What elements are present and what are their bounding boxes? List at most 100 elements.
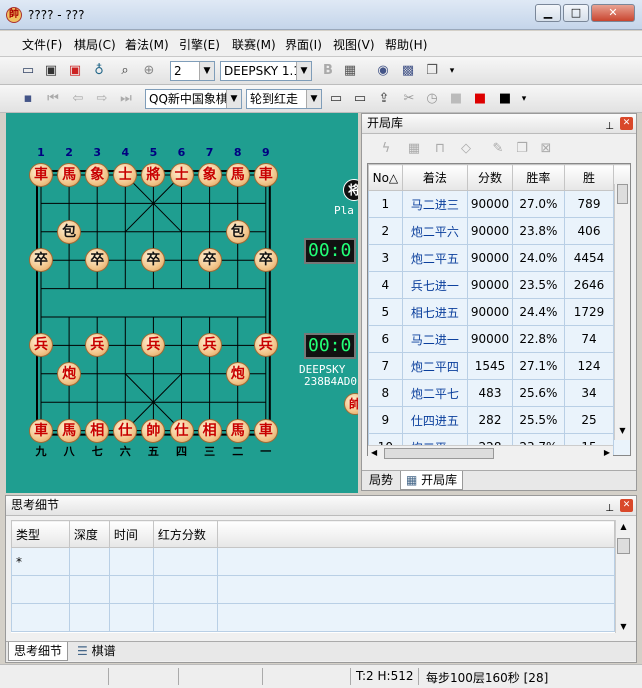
- back-arrow-icon[interactable]: ⇦: [70, 91, 86, 107]
- tab-opening-book[interactable]: ▦ 开局库: [400, 471, 464, 490]
- table-row[interactable]: [11, 575, 615, 604]
- monitor-icon[interactable]: ▣: [43, 63, 59, 79]
- chess-piece[interactable]: 車: [253, 163, 278, 187]
- lightbulb-icon[interactable]: ♁: [91, 63, 107, 79]
- chess-piece[interactable]: 包: [57, 219, 82, 244]
- table-icon[interactable]: ▦: [342, 63, 358, 79]
- chess-piece[interactable]: 炮: [225, 361, 250, 386]
- detail-column-header[interactable]: [216, 520, 615, 548]
- chess-piece[interactable]: 馬: [57, 418, 82, 443]
- chess-piece[interactable]: 卒: [29, 248, 53, 273]
- chess-piece[interactable]: 象: [85, 163, 110, 187]
- new-window-icon[interactable]: ▭: [20, 63, 36, 79]
- detail-scroll-thumb[interactable]: [617, 538, 630, 554]
- menu-league[interactable]: 联赛(M): [232, 36, 276, 53]
- chess-piece[interactable]: 車: [253, 418, 278, 443]
- chess-piece[interactable]: 馬: [57, 163, 82, 187]
- table-row[interactable]: 4兵七进一9000023.5%26466: [368, 271, 630, 299]
- target-icon[interactable]: ⊕: [141, 63, 157, 79]
- menu-interface[interactable]: 界面(I): [285, 36, 322, 53]
- book-column-header[interactable]: No△: [368, 164, 403, 191]
- merge-icon[interactable]: ❐: [514, 141, 530, 157]
- chess-piece[interactable]: 馬: [225, 418, 250, 443]
- detail-vscroll[interactable]: ▲ ▼: [615, 520, 631, 633]
- table-row[interactable]: 8 炮二平七 483 25.6% 34: [368, 379, 630, 407]
- image-icon[interactable]: ▩: [400, 63, 416, 79]
- search-icon[interactable]: ⌕: [117, 63, 133, 79]
- skip-forward-icon[interactable]: ⏭: [118, 91, 134, 107]
- chess-piece[interactable]: 卒: [253, 248, 278, 273]
- detail-pin-icon[interactable]: ⊥: [605, 499, 614, 518]
- chess-board[interactable]: 123456789 九八七六五四三二一 車馬象士將士象馬車包包卒卒卒卒卒兵兵兵兵…: [6, 113, 358, 493]
- chess-piece[interactable]: 卒: [197, 248, 222, 273]
- table-row[interactable]: 2炮二平六9000023.8%4069: [368, 217, 630, 245]
- chess-piece[interactable]: 炮: [57, 361, 82, 386]
- table-row[interactable]: [11, 603, 615, 632]
- chess-piece[interactable]: 車: [29, 418, 53, 443]
- engine-select[interactable]: DEEPSKY 1.16 ▼: [220, 61, 312, 81]
- menu-help[interactable]: 帮助(H): [385, 36, 427, 53]
- tab-game-record[interactable]: ☰ 棋谱: [72, 642, 121, 661]
- eye-icon[interactable]: ◉: [375, 63, 391, 79]
- chess-piece[interactable]: 仕: [169, 418, 194, 443]
- detail-column-header[interactable]: 红方分数: [152, 520, 218, 548]
- close-button[interactable]: ✕: [591, 4, 635, 22]
- grid-icon[interactable]: ▦: [406, 141, 422, 157]
- chess-piece[interactable]: 仕: [113, 418, 138, 443]
- scroll-down-icon[interactable]: ▼: [616, 426, 629, 440]
- minimize-button[interactable]: ▁: [535, 4, 561, 22]
- menu-game[interactable]: 棋局(C): [74, 36, 116, 53]
- screen-icon[interactable]: ▭: [328, 91, 344, 107]
- tab-thinking-detail[interactable]: 思考细节: [8, 642, 69, 661]
- menu-file[interactable]: 文件(F): [22, 36, 62, 53]
- clock-icon[interactable]: ◷: [424, 91, 440, 107]
- table-row[interactable]: *: [11, 547, 615, 576]
- export-icon[interactable]: ⊠: [538, 141, 554, 157]
- chess-piece[interactable]: 相: [197, 418, 222, 443]
- chess-piece[interactable]: 包: [225, 219, 250, 244]
- gray-square-icon[interactable]: ■: [448, 91, 464, 107]
- scroll-left-icon[interactable]: ◀: [371, 448, 377, 457]
- pin-icon[interactable]: ⊥: [605, 117, 614, 136]
- detail-scroll-down-icon[interactable]: ▼: [617, 622, 630, 631]
- book-column-header[interactable]: 胜率: [512, 164, 565, 191]
- book-column-header[interactable]: 胜: [563, 164, 615, 191]
- copy-icon[interactable]: ❐: [424, 63, 440, 79]
- hscroll-thumb[interactable]: [384, 448, 494, 459]
- tag-icon[interactable]: ◇: [458, 141, 474, 157]
- scissors-icon[interactable]: ✂: [401, 91, 417, 107]
- chess-piece[interactable]: 帥: [141, 418, 166, 443]
- table-row[interactable]: 7炮二平四154527.1%1242: [368, 352, 630, 380]
- book-hscroll[interactable]: ◀ ▶: [368, 445, 613, 461]
- maximize-button[interactable]: □: [563, 4, 589, 22]
- book-vscroll[interactable]: ▲ ▼: [614, 184, 630, 440]
- turn-select[interactable]: 轮到红走 ▼: [246, 89, 322, 109]
- detail-column-header[interactable]: 深度: [68, 520, 110, 548]
- book-select[interactable]: QQ新中国象棋 ▼: [145, 89, 242, 109]
- detail-scroll-up-icon[interactable]: ▲: [617, 522, 630, 531]
- table-row[interactable]: 3炮二平五9000024.0%44549: [368, 244, 630, 272]
- chess-piece[interactable]: 兵: [197, 333, 222, 358]
- book-column-header[interactable]: 分数: [467, 164, 513, 191]
- detail-column-header[interactable]: 时间: [108, 520, 154, 548]
- lightning-icon[interactable]: ϟ: [378, 141, 394, 157]
- scroll-right-icon[interactable]: ▶: [604, 448, 610, 457]
- table-row[interactable]: 9 仕四进五 282 25.5% 25: [368, 406, 630, 434]
- first-move-icon[interactable]: ▪: [20, 91, 36, 107]
- toolbar2-overflow-icon[interactable]: ▾: [516, 91, 532, 107]
- black-square-icon[interactable]: ■: [497, 91, 513, 107]
- chess-piece[interactable]: 馬: [225, 163, 250, 187]
- detail-close-icon[interactable]: ✕: [620, 499, 633, 512]
- detail-column-header[interactable]: 类型: [11, 520, 70, 548]
- menu-view[interactable]: 视图(V): [333, 36, 375, 53]
- scroll-thumb[interactable]: [617, 184, 628, 204]
- red-monitor-icon[interactable]: ▣: [67, 63, 83, 79]
- chess-piece[interactable]: 車: [29, 163, 53, 187]
- forward-arrow-icon[interactable]: ⇨: [94, 91, 110, 107]
- table-row[interactable]: 6 马二进一 90000 22.8% 74: [368, 325, 630, 353]
- upload-icon[interactable]: ⇪: [376, 91, 392, 107]
- menu-engine[interactable]: 引擎(E): [179, 36, 220, 53]
- red-square-icon[interactable]: ■: [472, 91, 488, 107]
- tab-situation[interactable]: 局势: [364, 471, 398, 490]
- toolbar-overflow-icon[interactable]: ▾: [444, 63, 460, 79]
